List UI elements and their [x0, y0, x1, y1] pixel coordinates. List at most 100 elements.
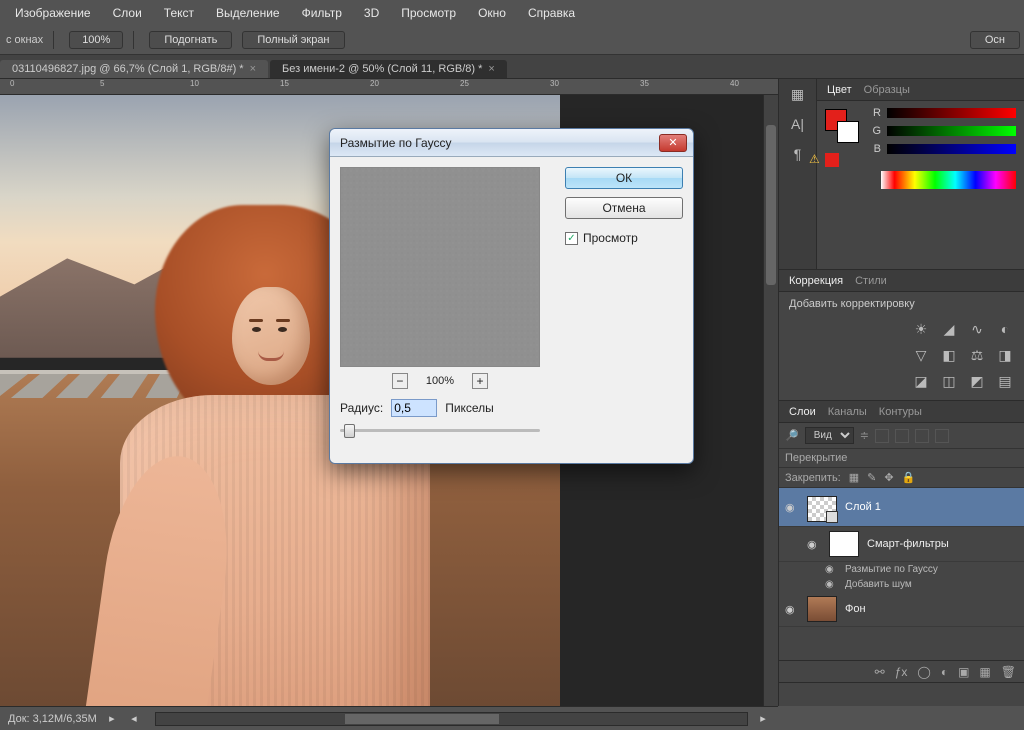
slider-handle[interactable]	[344, 424, 355, 438]
link-icon[interactable]: ⚯	[875, 665, 885, 679]
tab-color[interactable]: Цвет	[827, 84, 852, 96]
scrollbar-thumb[interactable]	[345, 714, 499, 724]
close-icon[interactable]: ×	[250, 63, 256, 75]
dialog-titlebar[interactable]: Размытие по Гауссу ✕	[330, 129, 693, 157]
menu-filter[interactable]: Фильтр	[302, 6, 342, 20]
zoom-out-button[interactable]: −	[392, 373, 408, 389]
lock-move-icon[interactable]: ✥	[884, 471, 893, 484]
scroll-right-icon[interactable]: ▸	[756, 712, 770, 725]
filter-adjust-icon[interactable]	[895, 429, 909, 443]
radius-slider[interactable]	[340, 423, 540, 437]
filter-kind-icon[interactable]: 🔎	[785, 429, 799, 442]
tab-swatches[interactable]: Образцы	[864, 84, 910, 96]
menu-select[interactable]: Выделение	[216, 6, 280, 20]
scrollbar-thumb[interactable]	[766, 125, 776, 285]
blend-mode[interactable]: Перекрытие	[779, 448, 1024, 468]
layer-name: Фон	[845, 603, 866, 615]
adjustment-layer-icon[interactable]: ◐	[941, 665, 948, 679]
lock-all-icon[interactable]: 🔒	[902, 471, 916, 484]
visibility-icon[interactable]: ◉	[785, 501, 799, 514]
slider-r[interactable]	[887, 108, 1016, 118]
mask-icon[interactable]: ◯	[917, 665, 930, 679]
layer-row-background[interactable]: ◉ Фон	[779, 592, 1024, 627]
tab-channels[interactable]: Каналы	[828, 406, 867, 418]
paragraph-icon[interactable]: ¶	[787, 145, 809, 163]
menu-layers[interactable]: Слои	[113, 6, 142, 20]
tab-paths[interactable]: Контуры	[879, 406, 922, 418]
layer-filter-row: 🔎 Вид ≑	[779, 423, 1024, 448]
balance-icon[interactable]: ⚖	[968, 346, 986, 364]
vibrance-icon[interactable]: ▽	[912, 346, 930, 364]
slider-b[interactable]	[887, 144, 1016, 154]
new-layer-icon[interactable]: ▦	[979, 665, 990, 679]
tab-styles[interactable]: Стили	[855, 275, 887, 287]
brightness-icon[interactable]: ☀	[912, 320, 930, 338]
group-icon[interactable]: ▣	[958, 665, 969, 679]
levels-icon[interactable]: ◢	[940, 320, 958, 338]
document-tab-1[interactable]: 03110496827.jpg @ 66,7% (Слой 1, RGB/8#)…	[0, 60, 268, 78]
tab-adjustments[interactable]: Коррекция	[789, 275, 843, 287]
smart-filter-gaussian[interactable]: ◉Размытие по Гауссу	[779, 562, 1024, 577]
menu-view[interactable]: Просмотр	[401, 6, 456, 20]
color-spectrum[interactable]	[881, 171, 1016, 189]
visibility-icon[interactable]: ◉	[807, 538, 821, 551]
trash-icon[interactable]: 🗑	[1001, 665, 1016, 679]
layer-thumbnail[interactable]	[807, 496, 837, 522]
zoom-in-button[interactable]: +	[472, 373, 488, 389]
fit-button[interactable]: Подогнать	[149, 31, 232, 49]
poster-icon[interactable]: ◫	[940, 372, 958, 390]
layer-row-smartfilters[interactable]: ◉ Смарт-фильтры	[779, 527, 1024, 562]
lock-brush-icon[interactable]: ✎	[867, 471, 876, 484]
scrollbar-vertical[interactable]	[763, 95, 778, 706]
adjustments-hint: Добавить корректировку	[789, 298, 1014, 310]
radius-input[interactable]	[391, 399, 437, 417]
gradient-icon[interactable]: ▤	[996, 372, 1014, 390]
fx-icon[interactable]: ƒx	[895, 665, 908, 679]
close-button[interactable]: ✕	[659, 134, 687, 152]
filter-kind-dropdown[interactable]: Вид	[805, 427, 854, 444]
scrollbar-horizontal[interactable]	[155, 712, 748, 726]
menu-window[interactable]: Окно	[478, 6, 506, 20]
background-swatch[interactable]	[837, 121, 859, 143]
menu-text[interactable]: Текст	[164, 6, 194, 20]
zoom-level-field[interactable]: 100%	[69, 31, 123, 49]
filter-type-icon[interactable]	[915, 429, 929, 443]
smart-filter-noise[interactable]: ◉Добавить шум	[779, 577, 1024, 592]
ok-button[interactable]: ОК	[565, 167, 683, 189]
layer-thumbnail[interactable]	[807, 596, 837, 622]
hue-icon[interactable]: ◧	[940, 346, 958, 364]
close-icon[interactable]: ×	[488, 63, 494, 75]
preview-checkbox[interactable]: ✓ Просмотр	[565, 231, 683, 245]
filter-shape-icon[interactable]	[935, 429, 949, 443]
ruler-tick: 40	[730, 79, 739, 88]
menu-image[interactable]: Изображение	[15, 6, 91, 20]
lock-pixels-icon[interactable]: ▦	[849, 471, 859, 484]
gamut-warning-icon[interactable]	[825, 153, 839, 167]
filter-preview[interactable]	[340, 167, 540, 367]
filter-pixel-icon[interactable]	[875, 429, 889, 443]
scroll-left-icon[interactable]: ◂	[127, 712, 141, 725]
status-menu-icon[interactable]: ▸	[105, 712, 119, 725]
bw-icon[interactable]: ◨	[996, 346, 1014, 364]
curves-icon[interactable]: ∿	[968, 320, 986, 338]
status-bar: Док: 3,12M/6,35M ▸ ◂ ▸	[0, 706, 778, 730]
filter-mask-thumbnail[interactable]	[829, 531, 859, 557]
slider-g[interactable]	[887, 126, 1016, 136]
essentials-button[interactable]: Осн	[970, 31, 1020, 49]
cancel-button[interactable]: Отмена	[565, 197, 683, 219]
menu-help[interactable]: Справка	[528, 6, 575, 20]
layer-row-layer1[interactable]: ◉ Слой 1	[779, 488, 1024, 527]
visibility-icon[interactable]: ◉	[825, 564, 839, 575]
history-icon[interactable]: ▦	[787, 85, 809, 103]
fullscreen-button[interactable]: Полный экран	[242, 31, 344, 49]
invert-icon[interactable]: ◪	[912, 372, 930, 390]
layer-list: ◉ Слой 1 ◉ Смарт-фильтры ◉Размытие по Га…	[779, 488, 1024, 660]
menu-3d[interactable]: 3D	[364, 6, 379, 20]
document-tab-2[interactable]: Без имени-2 @ 50% (Слой 11, RGB/8) *×	[270, 60, 507, 78]
tab-layers[interactable]: Слои	[789, 406, 816, 418]
visibility-icon[interactable]: ◉	[825, 579, 839, 590]
exposure-icon[interactable]: ◐	[996, 320, 1014, 338]
visibility-icon[interactable]: ◉	[785, 603, 799, 616]
threshold-icon[interactable]: ◩	[968, 372, 986, 390]
character-icon[interactable]: A|	[787, 115, 809, 133]
